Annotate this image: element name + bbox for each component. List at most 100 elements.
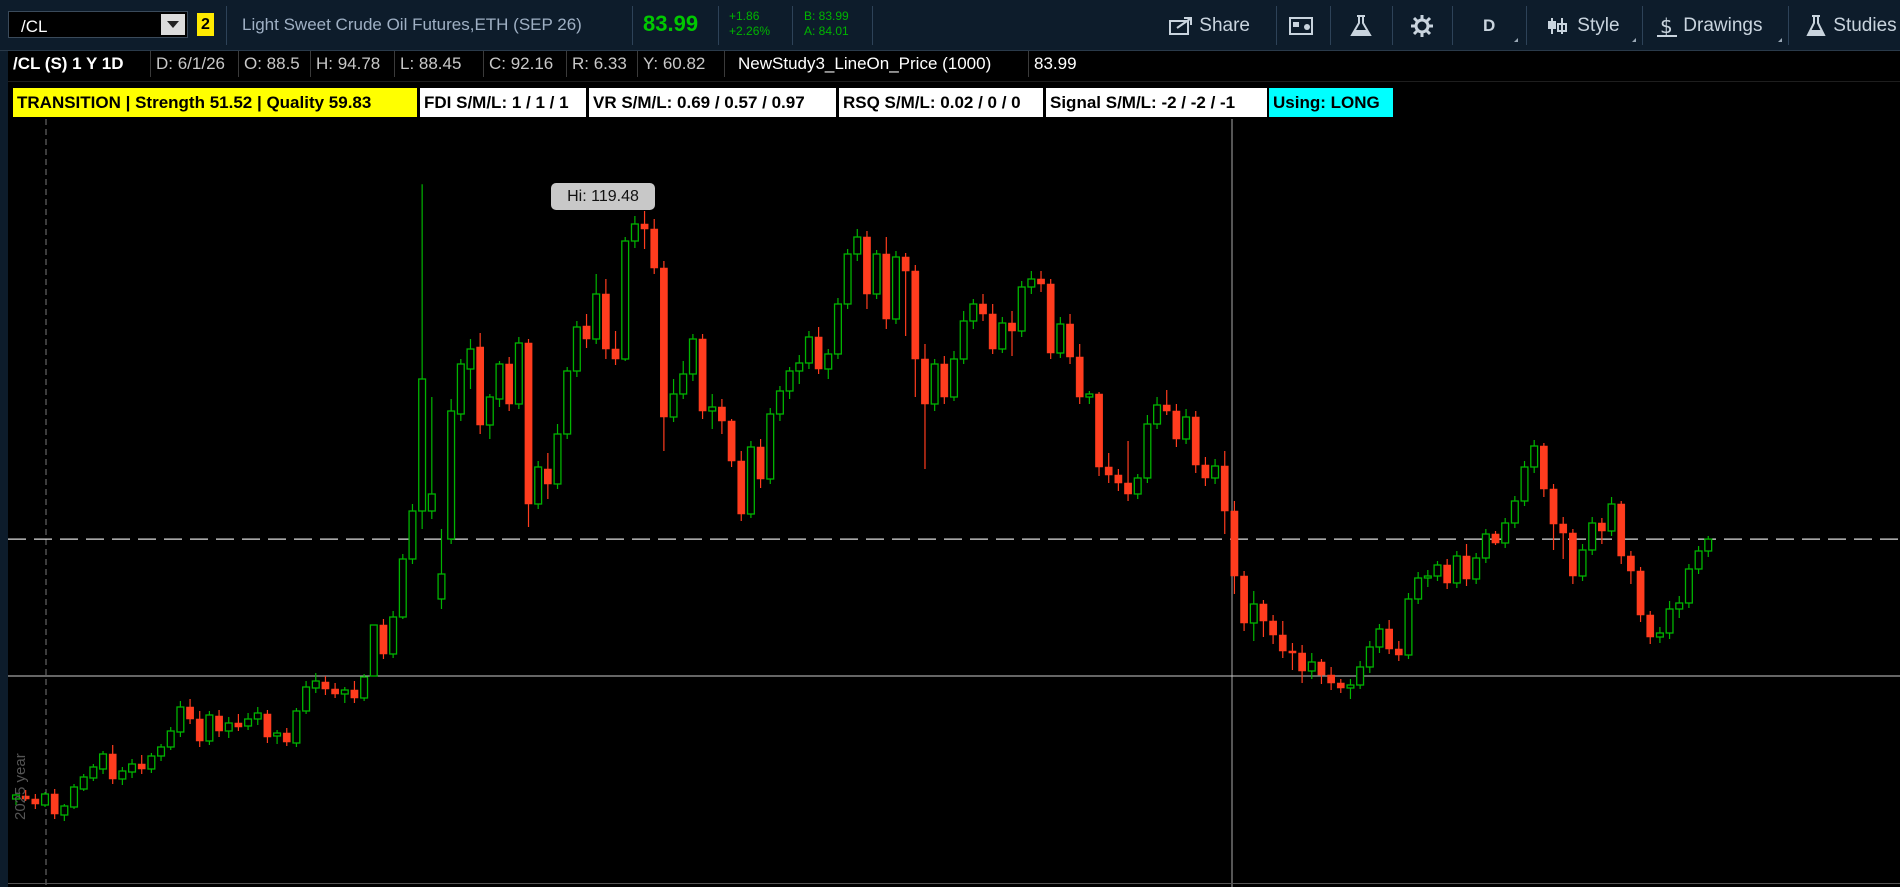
candle-body-up bbox=[69, 786, 79, 808]
candle-body-up bbox=[679, 373, 688, 395]
candle-body-down bbox=[1095, 393, 1103, 468]
share-button[interactable]: Share bbox=[1168, 13, 1250, 39]
candle-body-down bbox=[863, 236, 871, 295]
candle-body-down bbox=[544, 468, 552, 485]
candle-body-up bbox=[456, 363, 465, 415]
candle-body-up bbox=[1182, 416, 1191, 440]
link-group-badge[interactable]: 2 bbox=[197, 13, 214, 36]
symbol-dropdown-icon[interactable] bbox=[161, 14, 185, 35]
label-rsq: RSQ S/M/L: 0.02 / 0 / 0 bbox=[839, 88, 1043, 117]
flask-button[interactable] bbox=[1348, 13, 1374, 39]
style-button[interactable]: Style bbox=[1546, 13, 1620, 39]
candle-body-up bbox=[340, 689, 349, 695]
candle-body-up bbox=[514, 342, 523, 405]
studies-label: Studies bbox=[1833, 15, 1897, 36]
candle-body-down bbox=[698, 338, 707, 412]
bar-open: O: 88.5 bbox=[239, 51, 311, 77]
candle-body-down bbox=[1162, 404, 1171, 412]
candle-body-down bbox=[640, 223, 649, 230]
bid-ask: B: 83.99 A: 84.01 bbox=[804, 9, 849, 39]
style-label: Style bbox=[1577, 15, 1620, 36]
toolbar-divider bbox=[226, 6, 227, 45]
candle-body-up bbox=[766, 413, 775, 480]
candle-body-down bbox=[234, 722, 243, 728]
candle-body-up bbox=[1684, 568, 1693, 604]
candle-body-down bbox=[1037, 278, 1045, 285]
toolbar-divider bbox=[718, 6, 719, 45]
toolbar-divider bbox=[1788, 6, 1789, 45]
label-fdi: FDI S/M/L: 1 / 1 / 1 bbox=[420, 88, 586, 117]
candle-body-up bbox=[1365, 646, 1374, 668]
drawings-button[interactable]: $ Drawings bbox=[1656, 13, 1762, 39]
candle-body-up bbox=[311, 680, 320, 689]
bid-price: B: 83.99 bbox=[804, 9, 849, 23]
candle-body-down bbox=[1269, 620, 1277, 636]
year-axis-label: 2025 year bbox=[12, 753, 29, 820]
drawings-label: Drawings bbox=[1683, 15, 1763, 36]
change-absolute: +1.86 bbox=[729, 9, 760, 23]
toolbar-divider bbox=[1642, 6, 1643, 45]
label-transition: TRANSITION | Strength 51.52 | Quality 59… bbox=[13, 88, 417, 117]
candle-body-up bbox=[273, 732, 282, 737]
ask-price: A: 84.01 bbox=[804, 24, 849, 38]
candle-body-up bbox=[1375, 628, 1384, 648]
timeframe-button[interactable]: D bbox=[1483, 13, 1495, 39]
candle-body-down bbox=[137, 763, 146, 770]
candle-body-up bbox=[1655, 632, 1664, 638]
chart-title: /CL (S) 1 Y 1D bbox=[8, 51, 151, 77]
candle-body-up bbox=[1704, 538, 1713, 552]
candle-body-up bbox=[156, 746, 166, 757]
candle-body-up bbox=[398, 558, 407, 618]
candle-body-up bbox=[1588, 522, 1597, 551]
candle-body-up bbox=[302, 686, 311, 712]
price-chart[interactable] bbox=[8, 119, 1900, 887]
candle-body-up bbox=[1423, 575, 1432, 579]
toolbar-divider bbox=[1526, 6, 1527, 45]
candle-body-up bbox=[1520, 466, 1529, 502]
candle-body-down bbox=[1298, 652, 1306, 672]
candle-body-down bbox=[1259, 603, 1268, 622]
candle-body-up bbox=[1607, 503, 1616, 532]
candle-body-down bbox=[814, 336, 823, 370]
candle-body-up bbox=[253, 712, 262, 720]
candle-body-down bbox=[660, 267, 668, 418]
studies-button[interactable]: Studies bbox=[1804, 13, 1897, 39]
bar-high: H: 94.78 bbox=[311, 51, 395, 77]
candle-body-down bbox=[1627, 555, 1635, 572]
price-change: +1.86 +2.26% bbox=[729, 9, 770, 39]
candle-body-up bbox=[746, 446, 755, 515]
study-name[interactable]: NewStudy3_LineOn_Price (1000) bbox=[733, 51, 1029, 77]
candle-body-up bbox=[795, 362, 804, 372]
candle-body-up bbox=[166, 730, 175, 748]
candle-body-up bbox=[427, 493, 436, 512]
candle-body-down bbox=[1172, 410, 1181, 440]
candle-body-down bbox=[727, 420, 736, 462]
candle-body-down bbox=[505, 363, 514, 405]
candle-body-down bbox=[1008, 322, 1016, 332]
candle-body-down bbox=[718, 406, 726, 422]
candle-body-up bbox=[1133, 477, 1142, 495]
candle-body-down bbox=[756, 446, 765, 480]
chart-layout-button[interactable] bbox=[1288, 13, 1316, 39]
candle-body-up bbox=[1346, 684, 1355, 689]
candle-body-down bbox=[1462, 555, 1471, 580]
candle-body-down bbox=[911, 270, 920, 360]
svg-text:$: $ bbox=[1660, 14, 1673, 38]
candle-body-up bbox=[1665, 608, 1674, 634]
candle-body-up bbox=[592, 293, 601, 340]
settings-button[interactable] bbox=[1410, 13, 1434, 39]
toolbar-divider bbox=[1392, 6, 1393, 45]
symbol-input[interactable]: /CL bbox=[8, 11, 188, 38]
candle-body-up bbox=[1472, 557, 1481, 580]
candle-body-up bbox=[824, 353, 833, 370]
studies-flask-icon bbox=[1806, 14, 1826, 36]
candle-body-up bbox=[495, 363, 504, 400]
candle-body-up bbox=[1404, 598, 1413, 656]
bar-close: C: 92.16 bbox=[484, 51, 567, 77]
candle-body-up bbox=[1017, 286, 1026, 332]
candle-body-down bbox=[979, 303, 987, 315]
candle-body-down bbox=[650, 228, 659, 269]
candle-body-up bbox=[1143, 423, 1152, 479]
candle-body-up bbox=[147, 755, 156, 770]
candle-body-up bbox=[79, 776, 88, 790]
